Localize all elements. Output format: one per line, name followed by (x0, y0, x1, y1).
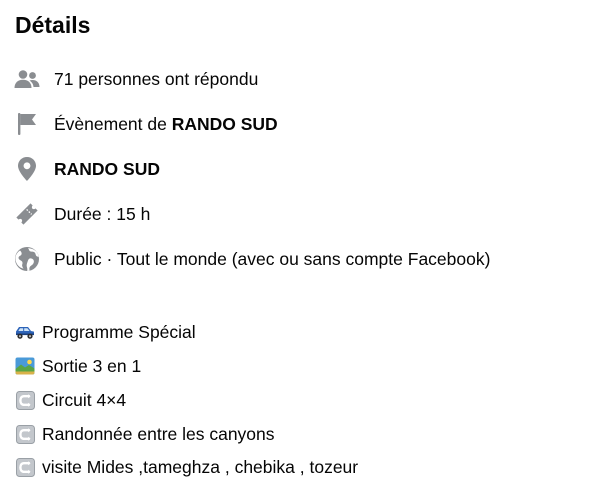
location-name[interactable]: RANDO SUD (54, 159, 160, 179)
duration-row: Durée : 15 h (13, 199, 150, 229)
duration-text: Durée : 15 h (54, 203, 151, 224)
location-pin-icon (13, 155, 41, 183)
event-by-prefix: Évènement de (54, 113, 172, 134)
arrow-curving-left-icon (15, 424, 35, 444)
description-text: Circuit 4×4 (42, 389, 127, 410)
description-text: Sortie 3 en 1 (42, 355, 142, 376)
details-heading: Détails (15, 12, 91, 38)
description-line: Randonnée entre les canyons (15, 422, 275, 446)
responses-row[interactable]: 71 personnes ont répondu (13, 64, 258, 94)
event-by-text: Évènement de RANDO SUD (54, 114, 278, 135)
flag-icon (13, 110, 41, 138)
arrow-curving-left-icon (15, 390, 35, 410)
description-text: Programme Spécial (42, 321, 196, 342)
event-details-panel: Détails 71 personnes ont répondu Évèneme… (0, 0, 612, 492)
privacy-text: Public · Tout le monde (avec ou sans com… (54, 248, 491, 269)
globe-icon (13, 245, 41, 273)
description-line: Programme Spécial (15, 320, 196, 344)
description-text: Randonnée entre les canyons (42, 423, 275, 444)
event-by-row: Évènement de RANDO SUD (13, 109, 278, 139)
event-host-link[interactable]: RANDO SUD (172, 114, 278, 134)
description-line: Circuit 4×4 (15, 388, 126, 412)
description-text: visite Mides ,tameghza , chebika , tozeu… (42, 456, 359, 477)
description-line: visite Mides ,tameghza , chebika , tozeu… (15, 455, 358, 479)
ticket-icon (13, 200, 41, 228)
location-text: RANDO SUD (54, 159, 160, 180)
description-line: Sortie 3 en 1 (15, 354, 141, 378)
suv-car-icon (15, 322, 35, 342)
arrow-curving-left-icon (15, 457, 35, 477)
landscape-icon (15, 356, 35, 376)
privacy-row: Public · Tout le monde (avec ou sans com… (13, 244, 490, 274)
location-row[interactable]: RANDO SUD (13, 154, 160, 184)
people-icon (13, 65, 41, 93)
responses-text: 71 personnes ont répondu (54, 68, 259, 89)
